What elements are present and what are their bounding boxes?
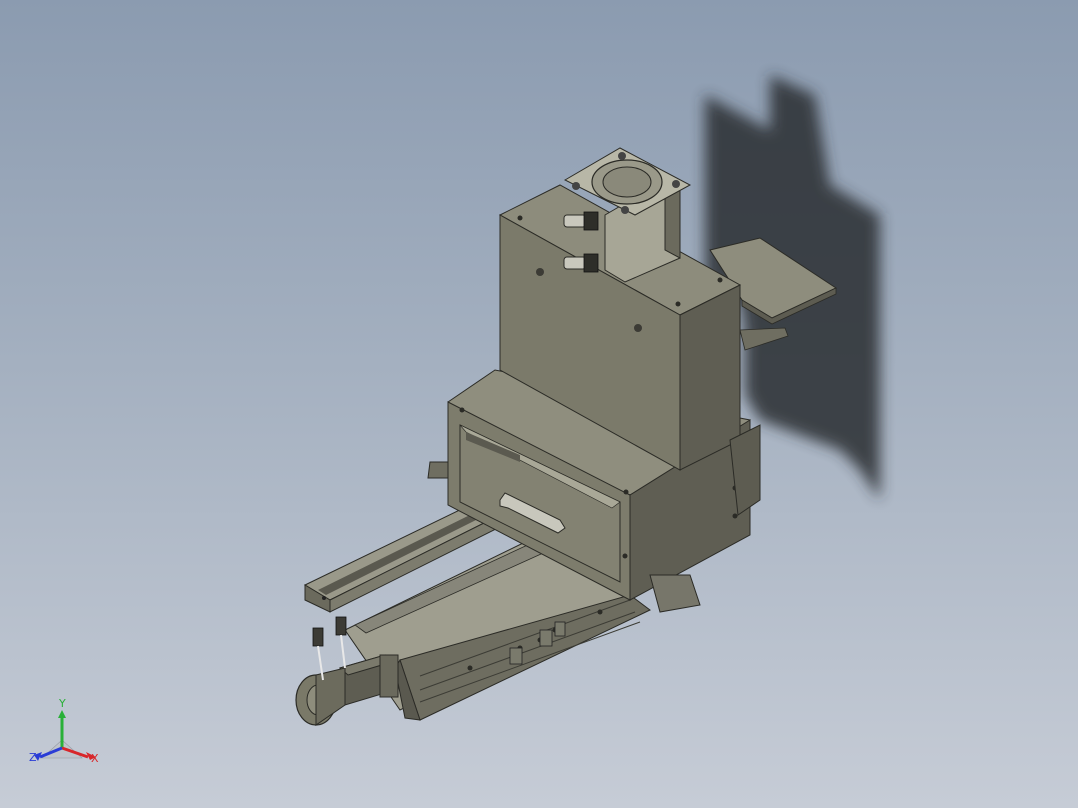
- triad-x-label: X: [91, 752, 99, 765]
- pneumatic-cylinder: [563, 147, 692, 283]
- triad-y-label: Y: [58, 697, 66, 710]
- cad-model-scene[interactable]: Y X Z: [0, 0, 1078, 808]
- triad-z-label: Z: [29, 751, 37, 764]
- view-triad[interactable]: Y X Z: [29, 697, 99, 765]
- graphics-viewport[interactable]: Y X Z: [0, 0, 1078, 808]
